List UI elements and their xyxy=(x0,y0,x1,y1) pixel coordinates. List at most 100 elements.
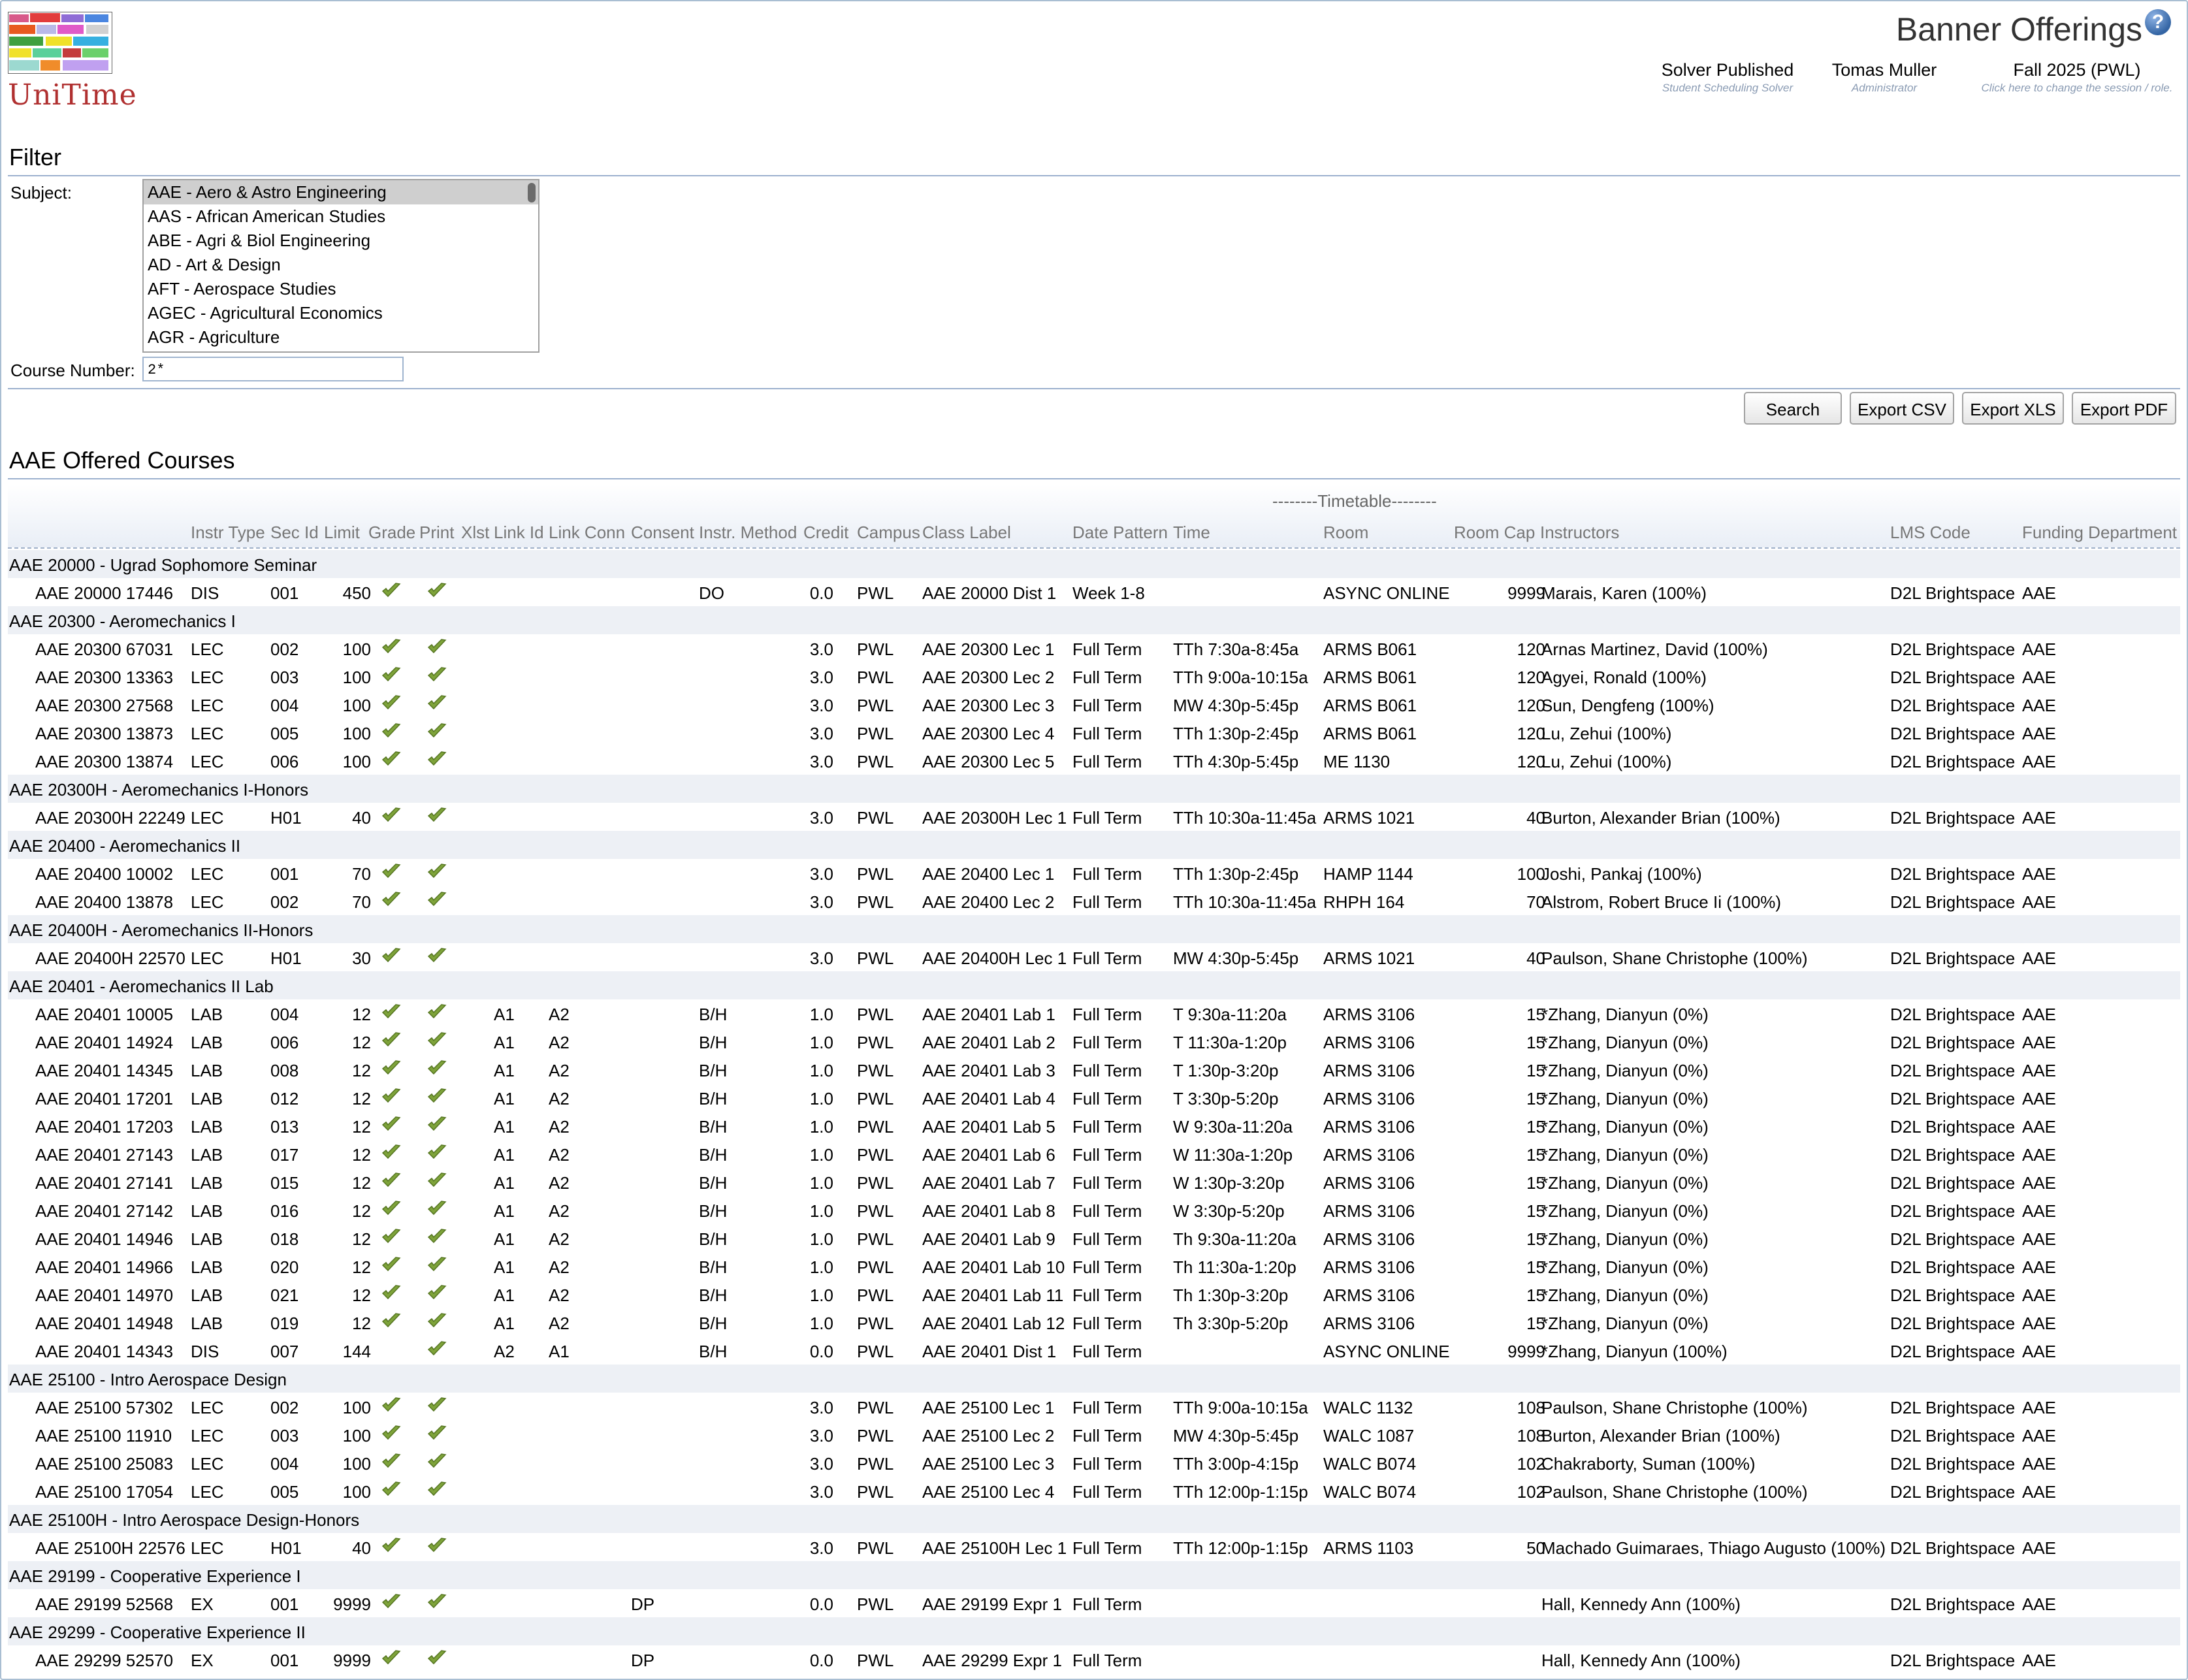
subject-scrollbar[interactable] xyxy=(528,183,536,202)
class-label: AAE 20400 Lec 2 xyxy=(922,892,1055,912)
class-row[interactable]: AAE 20300 27568 LEC 004 100 3.0 PWL AAE 20300 … xyxy=(8,690,2180,719)
section-id: 002 xyxy=(270,1398,299,1417)
column-header[interactable]: Grade xyxy=(368,523,415,543)
column-header[interactable]: Instructors xyxy=(1540,523,1619,543)
class-row[interactable]: AAE 20401 17201 LAB 012 12 A1 A2 B/H 1.0 PWL AAE … xyxy=(8,1084,2180,1112)
class-row[interactable]: AAE 20400 13878 LEC 002 70 3.0 PWL AAE 20400 L… xyxy=(8,887,2180,915)
class-row[interactable]: AAE 20401 14966 LAB 020 12 A1 A2 B/H 1.0 PWL AAE … xyxy=(8,1252,2180,1280)
column-header[interactable]: Instr Type xyxy=(191,523,265,543)
instr-method: B/H xyxy=(699,1285,728,1305)
column-header[interactable]: Credit xyxy=(803,523,848,543)
course-title: AAE 20400H - Aeromechanics II-Honors xyxy=(9,920,314,940)
grade-check-icon xyxy=(381,1116,401,1133)
class-row[interactable]: AAE 20401 14924 LAB 006 12 A1 A2 B/H 1.0 PWL AAE … xyxy=(8,1027,2180,1056)
class-row[interactable]: AAE 29199 52568 EX 001 9999 DP 0.0 PWL AAE 2919… xyxy=(8,1589,2180,1617)
room: ARMS 1021 xyxy=(1323,948,1415,968)
section-id: 019 xyxy=(270,1314,299,1333)
course-row[interactable]: AAE 20400 - Aeromechanics II xyxy=(8,831,2180,859)
class-row[interactable]: AAE 20401 17203 LAB 013 12 A1 A2 B/H 1.0 PWL AAE … xyxy=(8,1112,2180,1140)
unitime-logo[interactable]: UniTime xyxy=(7,11,137,116)
class-row[interactable]: AAE 20401 27142 LAB 016 12 A1 A2 B/H 1.0 PWL AAE … xyxy=(8,1196,2180,1224)
column-header[interactable]: Campus xyxy=(857,523,920,543)
column-header[interactable]: Class Label xyxy=(922,523,1011,543)
class-row[interactable]: AAE 25100 25083 LEC 004 100 3.0 PWL AAE 25100 … xyxy=(8,1449,2180,1477)
column-header[interactable]: Instr. Method xyxy=(699,523,797,543)
column-header[interactable]: Limit xyxy=(324,523,360,543)
course-row[interactable]: AAE 25100 - Intro Aerospace Design xyxy=(8,1365,2180,1393)
class-id: AAE 20401 14343 xyxy=(35,1342,174,1361)
column-header[interactable]: Room Cap xyxy=(1454,523,1535,543)
class-row[interactable]: AAE 20300 13874 LEC 006 100 3.0 PWL AAE 20300 … xyxy=(8,747,2180,775)
course-row[interactable]: AAE 29299 - Cooperative Experience II xyxy=(8,1617,2180,1645)
export-pdf-button[interactable]: Export PDF xyxy=(2072,392,2176,425)
class-row[interactable]: AAE 20401 27143 LAB 017 12 A1 A2 B/H 1.0 PWL AAE … xyxy=(8,1140,2180,1168)
class-row[interactable]: AAE 20400H 22570 LEC H01 30 3.0 PWL AAE 20400H… xyxy=(8,943,2180,971)
column-header[interactable]: Sec Id xyxy=(270,523,319,543)
course-number-input[interactable]: 2* xyxy=(142,357,404,381)
class-row[interactable]: AAE 25100H 22576 LEC H01 40 3.0 PWL AAE 25100H… xyxy=(8,1533,2180,1561)
class-row[interactable]: AAE 20401 14970 LAB 021 12 A1 A2 B/H 1.0 PWL AAE … xyxy=(8,1280,2180,1308)
subject-option[interactable]: AFT - Aerospace Studies xyxy=(144,277,538,301)
class-row[interactable]: AAE 20300 13873 LEC 005 100 3.0 PWL AAE 20300 … xyxy=(8,719,2180,747)
funding-department: AAE xyxy=(2022,1145,2057,1165)
column-header[interactable]: Xlst xyxy=(461,523,489,543)
print-check-icon xyxy=(427,694,447,711)
time: W 3:30p-5:20p xyxy=(1173,1201,1285,1221)
column-header[interactable]: LMS Code xyxy=(1890,523,1971,543)
class-row[interactable]: AAE 20401 27141 LAB 015 12 A1 A2 B/H 1.0 PWL AAE … xyxy=(8,1168,2180,1196)
solver-status[interactable]: Solver Published Student Scheduling Solv… xyxy=(1646,60,1809,95)
column-header[interactable]: Consent xyxy=(631,523,694,543)
course-row[interactable]: AAE 20401 - Aeromechanics II Lab xyxy=(8,971,2180,999)
course-row[interactable]: AAE 20300 - Aeromechanics I xyxy=(8,606,2180,634)
class-row[interactable]: AAE 20401 10005 LAB 004 12 A1 A2 B/H 1.0 PWL AAE … xyxy=(8,999,2180,1027)
class-row[interactable]: AAE 25100 11910 LEC 003 100 3.0 PWL AAE 25100 … xyxy=(8,1421,2180,1449)
export-csv-button[interactable]: Export CSV xyxy=(1850,392,1954,425)
link-conn: A2 xyxy=(549,1005,570,1024)
course-row[interactable]: AAE 20000 - Ugrad Sophomore Seminar xyxy=(8,550,2180,578)
limit: 9999 xyxy=(333,1651,371,1670)
class-row[interactable]: AAE 20401 14345 LAB 008 12 A1 A2 B/H 1.0 PWL AAE … xyxy=(8,1056,2180,1084)
column-header[interactable]: Print xyxy=(419,523,454,543)
class-row[interactable]: AAE 20401 14948 LAB 019 12 A1 A2 B/H 1.0 PWL AAE … xyxy=(8,1308,2180,1336)
class-label: AAE 20401 Dist 1 xyxy=(922,1342,1057,1361)
date-pattern: Full Term xyxy=(1072,1033,1142,1052)
column-header[interactable]: Date Pattern xyxy=(1072,523,1168,543)
class-row[interactable]: AAE 25100 17054 LEC 005 100 3.0 PWL AAE 25100 … xyxy=(8,1477,2180,1505)
subject-option[interactable]: AGEC - Agricultural Economics xyxy=(144,301,538,325)
column-header[interactable]: Funding Department xyxy=(2022,523,2177,543)
class-row[interactable]: AAE 20400 10002 LEC 001 70 3.0 PWL AAE 20400 L… xyxy=(8,859,2180,887)
subject-option[interactable]: AD - Art & Design xyxy=(144,253,538,277)
course-row[interactable]: AAE 29199 - Cooperative Experience I xyxy=(8,1561,2180,1589)
column-header[interactable]: Time xyxy=(1173,523,1210,543)
column-header[interactable]: Room xyxy=(1323,523,1368,543)
subject-select[interactable]: AAE - Aero & Astro Engineering AAS - Afr… xyxy=(142,179,539,353)
export-xls-button[interactable]: Export XLS xyxy=(1962,392,2064,425)
help-icon[interactable]: ? xyxy=(2145,9,2171,35)
course-row[interactable]: AAE 20300H - Aeromechanics I-Honors xyxy=(8,775,2180,803)
class-row[interactable]: AAE 29299 52570 EX 001 9999 DP 0.0 PWL AAE 2929… xyxy=(8,1645,2180,1673)
class-row[interactable]: AAE 20401 14946 LAB 018 12 A1 A2 B/H 1.0 PWL AAE … xyxy=(8,1224,2180,1252)
class-row[interactable]: AAE 20300H 22249 LEC H01 40 3.0 PWL AAE 20300H… xyxy=(8,803,2180,831)
date-pattern: Full Term xyxy=(1072,1005,1142,1024)
class-row[interactable]: AAE 20300 13363 LEC 003 100 3.0 PWL AAE 20300 … xyxy=(8,662,2180,690)
class-row[interactable]: AAE 20300 67031 LEC 002 100 3.0 PWL AAE 20300 … xyxy=(8,634,2180,662)
user-info[interactable]: Tomas Muller Administrator xyxy=(1822,60,1946,95)
class-row[interactable]: AAE 20000 17446 DIS 001 450 DO 0.0 PWL AAE 2000… xyxy=(8,578,2180,606)
search-button[interactable]: Search xyxy=(1744,392,1842,425)
class-row[interactable]: AAE 20401 14343 DIS 007 144 A2 A1 B/H 0.0 PWL AAE… xyxy=(8,1336,2180,1365)
instr-method: B/H xyxy=(699,1145,728,1165)
subject-option[interactable]: AAS - African American Studies xyxy=(144,204,538,229)
date-pattern: Full Term xyxy=(1072,1173,1142,1193)
session-selector[interactable]: Fall 2025 (PWL) Click here to change the… xyxy=(1972,60,2181,95)
subject-option[interactable]: ABE - Agri & Biol Engineering xyxy=(144,229,538,253)
course-row[interactable]: AAE 20400H - Aeromechanics II-Honors xyxy=(8,915,2180,943)
class-row[interactable]: AAE 25100 57302 LEC 002 100 3.0 PWL AAE 25100 … xyxy=(8,1393,2180,1421)
subject-option[interactable]: AAE - Aero & Astro Engineering xyxy=(144,180,538,204)
subject-option[interactable]: AGR - Agriculture xyxy=(144,325,538,349)
link-conn: A2 xyxy=(549,1061,570,1080)
print-check-icon xyxy=(427,1481,447,1498)
column-header[interactable]: Link Id xyxy=(494,523,544,543)
room: ASYNC ONLINE xyxy=(1323,583,1450,603)
course-row[interactable]: AAE 25100H - Intro Aerospace Design-Hono… xyxy=(8,1505,2180,1533)
column-header[interactable]: Link Conn xyxy=(549,523,625,543)
